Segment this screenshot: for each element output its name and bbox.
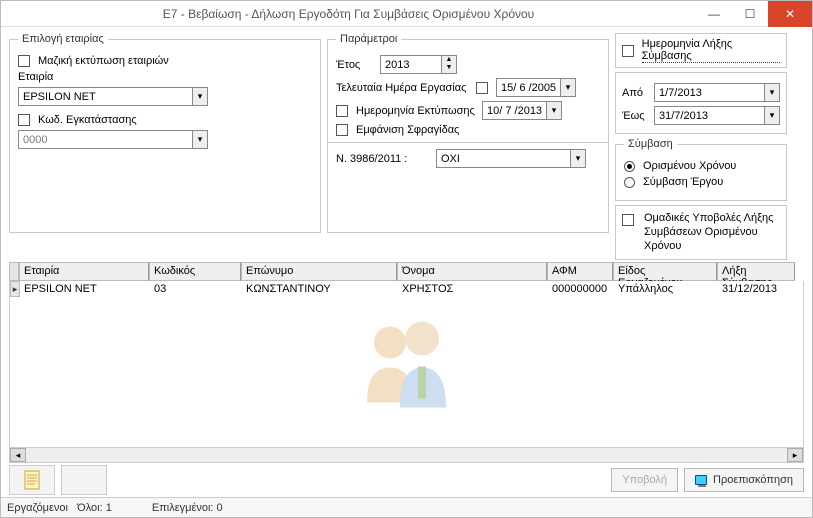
- company-fieldset: Επιλογή εταιρίας Μαζική εκτύπωση εταιριώ…: [9, 33, 321, 233]
- cell-afm: 000000000: [548, 281, 614, 297]
- contract-fieldset: Σύμβαση Ορισμένου Χρόνου Σύμβαση Έργου: [615, 138, 787, 201]
- col-afm[interactable]: ΑΦΜ: [547, 262, 613, 281]
- show-stamp-label: Εμφάνιση Σφραγίδας: [356, 124, 459, 136]
- row-handle-header: [9, 262, 19, 281]
- horizontal-scrollbar[interactable]: ◂ ▸: [9, 447, 804, 463]
- mass-print-label: Μαζική εκτύπωση εταιριών: [38, 55, 169, 67]
- show-stamp-checkbox[interactable]: [336, 124, 348, 136]
- status-employees-label: Εργαζόμενοι: [7, 502, 68, 514]
- submit-button[interactable]: Υποβολή: [611, 468, 678, 492]
- print-date-checkbox[interactable]: [336, 105, 348, 117]
- document-icon: [23, 470, 41, 490]
- law-combo[interactable]: ΟΧΙ ▾: [436, 149, 586, 168]
- last-workday-date[interactable]: 15/ 6 /2005 ▾: [496, 78, 576, 97]
- install-code-checkbox[interactable]: [18, 114, 30, 126]
- year-value: 2013: [381, 59, 441, 71]
- company-value: EPSILON NET: [19, 91, 192, 103]
- close-button[interactable]: ✕: [768, 1, 812, 27]
- chevron-down-icon: ▾: [764, 84, 779, 101]
- group-submit-checkbox[interactable]: [622, 214, 634, 226]
- to-date[interactable]: 31/7/2013 ▾: [654, 106, 780, 125]
- cell-code: 03: [150, 281, 242, 297]
- year-label: Έτος: [336, 59, 376, 71]
- submit-label: Υποβολή: [622, 474, 667, 486]
- spinner-arrows-icon: ▲▼: [441, 56, 456, 73]
- cell-surname: ΚΩΝΣΤΑΝΤΙΝΟΥ: [242, 281, 398, 297]
- to-label: Έως: [622, 110, 650, 122]
- contract-fixed-label: Ορισμένου Χρόνου: [643, 160, 736, 172]
- table-row[interactable]: ▸ EPSILON NET 03 ΚΩΝΣΤΑΝΤΙΝΟΥ ΧΡΗΣΤΟΣ 00…: [10, 281, 803, 297]
- chevron-down-icon: ▾: [570, 150, 585, 167]
- print-date-combo[interactable]: 10/ 7 /2013 ▾: [482, 101, 562, 120]
- col-kind[interactable]: Είδος Εργαζομένου: [613, 262, 717, 281]
- titlebar: Ε7 - Βεβαίωση - Δήλωση Εργοδότη Για Συμβ…: [1, 1, 812, 27]
- print-date-value: 10/ 7 /2013: [483, 105, 546, 117]
- company-label: Εταιρία: [18, 71, 53, 83]
- params-legend: Παράμετροι: [336, 33, 401, 45]
- company-combo[interactable]: EPSILON NET ▾: [18, 87, 208, 106]
- cell-name: ΧΡΗΣΤΟΣ: [398, 281, 548, 297]
- contract-fixed-radio[interactable]: [624, 161, 635, 172]
- monitor-icon: [695, 475, 707, 485]
- status-all: Όλοι: 1: [77, 502, 112, 514]
- document-icon-button[interactable]: [9, 465, 55, 495]
- group-submit-box: Ομαδικές Υποβολές Λήξης Συμβάσεων Ορισμέ…: [615, 205, 787, 260]
- last-workday-checkbox[interactable]: [476, 82, 488, 94]
- params-fieldset: Παράμετροι Έτος 2013 ▲▼ Τελευταία Ημέρα …: [327, 33, 609, 233]
- group-submit-label: Ομαδικές Υποβολές Λήξης Συμβάσεων Ορισμέ…: [644, 212, 780, 253]
- status-selected: Επιλεγμένοι: 0: [152, 502, 223, 514]
- grid-body[interactable]: ▸ EPSILON NET 03 ΚΩΝΣΤΑΝΤΙΝΟΥ ΧΡΗΣΤΟΣ 00…: [9, 281, 804, 447]
- window-title: Ε7 - Βεβαίωση - Δήλωση Εργοδότη Για Συμβ…: [1, 7, 696, 21]
- bottom-toolbar: Υποβολή Προεπισκόπηση: [1, 463, 812, 497]
- cell-kind: Υπάλληλος: [614, 281, 718, 297]
- contract-project-label: Σύμβαση Έργου: [643, 176, 723, 188]
- cell-expiry: 31/12/2013: [718, 281, 796, 297]
- preview-button[interactable]: Προεπισκόπηση: [684, 468, 804, 492]
- cell-company: EPSILON NET: [20, 281, 150, 297]
- end-date-check-group: Ημερομηνία Λήξης Σύμβασης: [615, 33, 787, 68]
- maximize-button[interactable]: ☐: [732, 1, 768, 27]
- print-date-label: Ημερομηνία Εκτύπωσης: [356, 105, 478, 117]
- row-handle[interactable]: ▸: [10, 281, 20, 297]
- mass-print-checkbox[interactable]: [18, 55, 30, 67]
- scroll-left-icon[interactable]: ◂: [10, 448, 26, 462]
- end-date-label: Ημερομηνία Λήξης Σύμβασης: [642, 38, 780, 63]
- chevron-down-icon: ▾: [192, 88, 207, 105]
- year-spinner[interactable]: 2013 ▲▼: [380, 55, 457, 74]
- chevron-down-icon: ▾: [560, 79, 575, 96]
- last-workday-value: 15/ 6 /2005: [497, 82, 560, 94]
- statusbar: Εργαζόμενοι Όλοι: 1 Επιλεγμένοι: 0: [1, 497, 812, 517]
- from-date[interactable]: 1/7/2013 ▾: [654, 83, 780, 102]
- contract-legend: Σύμβαση: [624, 138, 677, 150]
- col-code[interactable]: Κωδικός: [149, 262, 241, 281]
- col-expiry[interactable]: Λήξη Σύμβασης: [717, 262, 795, 281]
- scroll-right-icon[interactable]: ▸: [787, 448, 803, 462]
- install-code-combo[interactable]: 0000 ▾: [18, 130, 208, 149]
- law-value: ΟΧΙ: [437, 153, 570, 165]
- last-workday-label: Τελευταία Ημέρα Εργασίας: [336, 82, 472, 94]
- minimize-button[interactable]: —: [696, 1, 732, 27]
- col-company[interactable]: Εταιρία: [19, 262, 149, 281]
- col-surname[interactable]: Επώνυμο: [241, 262, 397, 281]
- company-legend: Επιλογή εταιρίας: [18, 33, 108, 45]
- people-watermark-icon: [352, 313, 462, 416]
- chevron-down-icon: ▾: [764, 107, 779, 124]
- col-name[interactable]: Όνομα: [397, 262, 547, 281]
- from-value: 1/7/2013: [655, 87, 764, 99]
- end-date-checkbox[interactable]: [622, 45, 634, 57]
- to-value: 31/7/2013: [655, 110, 764, 122]
- install-code-label: Κωδ. Εγκατάστασης: [38, 114, 137, 126]
- empty-tool-slot[interactable]: [61, 465, 107, 495]
- chevron-down-icon: ▾: [546, 102, 561, 119]
- from-label: Από: [622, 87, 650, 99]
- contract-project-radio[interactable]: [624, 177, 635, 188]
- law-label: Ν. 3986/2011 :: [336, 153, 432, 165]
- date-range-box: Από 1/7/2013 ▾ Έως 31/7/2013 ▾: [615, 72, 787, 134]
- grid-header: Εταιρία Κωδικός Επώνυμο Όνομα ΑΦΜ Είδος …: [9, 262, 804, 281]
- chevron-down-icon: ▾: [192, 131, 207, 148]
- preview-label: Προεπισκόπηση: [713, 474, 793, 486]
- install-code-value: 0000: [19, 134, 192, 146]
